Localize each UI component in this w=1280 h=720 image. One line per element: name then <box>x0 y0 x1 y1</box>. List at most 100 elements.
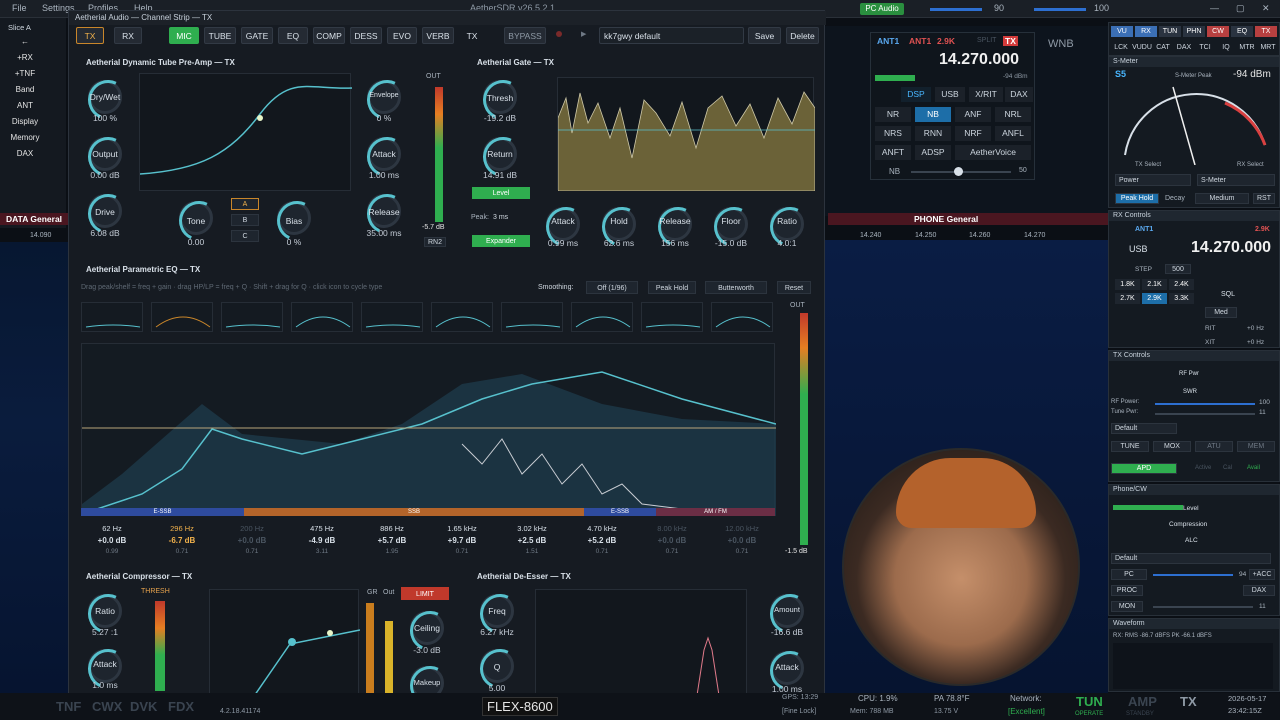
eq-band-gain[interactable]: +0.0 dB <box>81 536 143 545</box>
dsp-nrl[interactable]: NRL <box>995 107 1031 122</box>
menu-file[interactable]: File <box>12 3 27 13</box>
sidebar-add-tnf[interactable]: +TNF <box>6 67 44 80</box>
tune-power-slider[interactable] <box>1155 413 1255 415</box>
filter-1.8k[interactable]: 1.8K <box>1115 279 1140 290</box>
mic-source-select[interactable]: PC <box>1111 569 1147 580</box>
sidebar-back[interactable]: ← <box>6 35 44 48</box>
tab-tx[interactable]: TX <box>76 27 104 44</box>
apd-button[interactable]: APD <box>1111 463 1177 474</box>
sidebar-display[interactable]: Display <box>6 115 44 128</box>
window-minimize-icon[interactable]: — <box>1210 3 1219 13</box>
eq-band-gain[interactable]: +5.2 dB <box>571 536 633 545</box>
nb-slider-handle[interactable] <box>954 167 963 176</box>
eq-band-freq[interactable]: 4.70 kHz <box>571 524 633 533</box>
eq-band-gain[interactable]: +0.0 dB <box>711 536 773 545</box>
toolbar-vu[interactable]: VU <box>1111 26 1133 37</box>
tab-tube[interactable]: TUBE <box>204 27 236 44</box>
filter-2.1k[interactable]: 2.1K <box>1142 279 1167 290</box>
window-close-icon[interactable]: ✕ <box>1262 3 1270 14</box>
play-icon[interactable]: ▶ <box>581 30 586 38</box>
dax-button[interactable]: DAX <box>1243 585 1275 596</box>
eq-band-q[interactable]: 3.11 <box>291 548 353 555</box>
toolbar-eq[interactable]: EQ <box>1231 26 1253 37</box>
mox-button[interactable]: MOX <box>1153 441 1191 452</box>
eq-band-icon[interactable] <box>641 302 703 332</box>
dsp-nrf[interactable]: NRF <box>955 126 991 141</box>
eq-band-icon[interactable] <box>221 302 283 332</box>
tx-badge[interactable]: TX <box>1003 36 1018 46</box>
eq-band-freq[interactable]: 475 Hz <box>291 524 353 533</box>
tab-mic[interactable]: MIC <box>169 27 199 44</box>
save-button[interactable]: Save <box>748 27 781 44</box>
tube-b-button[interactable]: B <box>231 214 259 226</box>
dsp-aethervoice[interactable]: AetherVoice <box>955 145 1031 160</box>
eq-band-icon[interactable] <box>501 302 563 332</box>
gate-level-button[interactable]: Level <box>472 187 530 199</box>
sidebar-band[interactable]: Band <box>6 83 44 96</box>
sidebar-memory[interactable]: Memory <box>6 131 44 144</box>
eq-band-icon[interactable] <box>711 302 773 332</box>
eq-band-gain[interactable]: -4.9 dB <box>291 536 353 545</box>
tube-c-button[interactable]: C <box>231 230 259 242</box>
eq-band-freq[interactable]: 200 Hz <box>221 524 283 533</box>
sidebar-ant[interactable]: ANT <box>6 99 44 112</box>
rx-meter-select[interactable]: S-Meter <box>1197 174 1275 186</box>
eq-band-freq[interactable]: 12.00 kHz <box>711 524 773 533</box>
toolbar-cat[interactable]: CAT <box>1153 42 1173 53</box>
filter-2.9k[interactable]: 2.9K <box>1142 293 1167 304</box>
acc-button[interactable]: +ACC <box>1249 569 1275 580</box>
tab-comp[interactable]: COMP <box>313 27 345 44</box>
toolbar-cw[interactable]: CW <box>1207 26 1229 37</box>
volume-slider-hp[interactable] <box>1034 8 1086 11</box>
decay-select[interactable]: Medium <box>1195 193 1249 204</box>
rx-ant1[interactable]: ANT1 <box>1135 226 1153 233</box>
tab-tx-out[interactable]: TX <box>459 27 485 44</box>
tab-dess[interactable]: DESS <box>350 27 382 44</box>
eq-band-freq[interactable]: 1.65 kHz <box>431 524 493 533</box>
eq-band-q[interactable]: 0.71 <box>221 548 283 555</box>
toolbar-vudu[interactable]: VUDU <box>1132 42 1152 53</box>
xit-label[interactable]: XIT <box>1205 339 1215 346</box>
ant1-label[interactable]: ANT1 <box>877 36 899 46</box>
tx-profile-select[interactable]: Default <box>1111 423 1177 434</box>
rst-button[interactable]: RST <box>1253 193 1275 204</box>
window-maximize-icon[interactable]: ▢ <box>1236 3 1245 14</box>
atu-button[interactable]: ATU <box>1195 441 1233 452</box>
mode-dsp[interactable]: DSP <box>901 87 931 102</box>
eq-band-q[interactable]: 1.95 <box>361 548 423 555</box>
tun-status[interactable]: TUN <box>1076 694 1103 709</box>
tnf-status[interactable]: TNF <box>56 699 81 714</box>
tab-verb[interactable]: VERB <box>422 27 454 44</box>
pc-audio-button[interactable]: PC Audio <box>860 3 904 15</box>
toolbar-tun[interactable]: TUN <box>1159 26 1181 37</box>
rx-usb[interactable]: USB <box>1129 244 1148 254</box>
sql-label[interactable]: SQL <box>1221 291 1235 298</box>
preset-field[interactable]: kk7gwy default <box>599 27 744 44</box>
eq-band-gain[interactable]: +5.7 dB <box>361 536 423 545</box>
tx-status[interactable]: TX <box>1180 694 1197 709</box>
tune-button[interactable]: TUNE <box>1111 441 1149 452</box>
rf-power-slider[interactable] <box>1155 403 1255 405</box>
toolbar-lck[interactable]: LCK <box>1111 42 1131 53</box>
fdx-status[interactable]: FDX <box>168 699 194 714</box>
filter-3.3k[interactable]: 3.3K <box>1169 293 1194 304</box>
dsp-nr[interactable]: NR <box>875 107 911 122</box>
eq-band-icon[interactable] <box>151 302 213 332</box>
eq-band-q[interactable]: 1.51 <box>501 548 563 555</box>
proc-button[interactable]: PROC <box>1111 585 1143 596</box>
eq-band-q[interactable]: 0.71 <box>641 548 703 555</box>
split-label[interactable]: SPLIT <box>977 37 996 44</box>
eq-band-freq[interactable]: 886 Hz <box>361 524 423 533</box>
dsp-anfl[interactable]: ANFL <box>995 126 1031 141</box>
rit-label[interactable]: RIT <box>1205 325 1215 332</box>
eq-band-gain[interactable]: +0.0 dB <box>221 536 283 545</box>
eq-band-freq[interactable]: 62 Hz <box>81 524 143 533</box>
expander-button[interactable]: Expander <box>472 235 530 247</box>
eq-band-icon[interactable] <box>571 302 633 332</box>
eq-band-icon[interactable] <box>291 302 353 332</box>
tab-evo[interactable]: EVO <box>387 27 417 44</box>
dvk-status[interactable]: DVK <box>130 699 157 714</box>
dsp-adsp[interactable]: ADSP <box>915 145 951 160</box>
filter-2.7k[interactable]: 2.7K <box>1115 293 1140 304</box>
mic-profile-select[interactable]: Default <box>1111 553 1271 564</box>
